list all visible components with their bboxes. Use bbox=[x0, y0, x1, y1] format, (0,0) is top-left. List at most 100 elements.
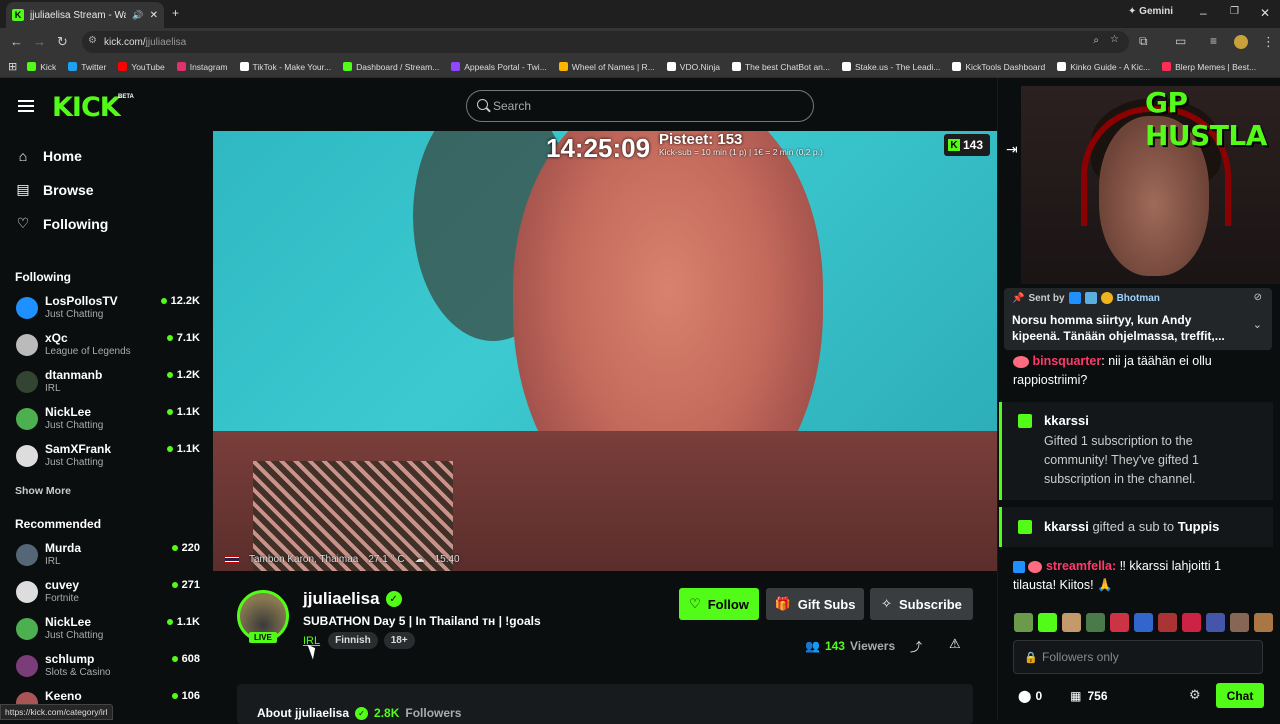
bookmark-item[interactable]: YouTube bbox=[118, 62, 165, 72]
sidebar-channel[interactable]: cuvey Fortnite 271 bbox=[16, 578, 200, 612]
chat-settings-icon[interactable]: ⚙ bbox=[1189, 687, 1201, 703]
channel-name: cuvey bbox=[45, 578, 80, 592]
forward-icon[interactable]: → bbox=[33, 34, 46, 49]
bookmark-item[interactable]: KickTools Dashboard bbox=[952, 62, 1045, 72]
profile-avatar[interactable] bbox=[1234, 35, 1248, 49]
sidebar-channel[interactable]: dtanmanb IRL 1.2K bbox=[16, 368, 200, 402]
share-icon[interactable]: ⤴ bbox=[910, 638, 922, 655]
sidebar-channel[interactable]: Murda IRL 220 bbox=[16, 541, 200, 575]
sidebar-channel[interactable]: xQc League of Legends 7.1K bbox=[16, 331, 200, 365]
maximize-button[interactable]: ❐ bbox=[1230, 6, 1239, 17]
emote-icon[interactable] bbox=[1230, 613, 1249, 632]
chat-username[interactable]: streamfella: bbox=[1046, 559, 1116, 573]
emote-icon[interactable] bbox=[1206, 613, 1225, 632]
cloud-icon: ☁ bbox=[414, 554, 425, 565]
chat-input[interactable]: 🔒 Followers only bbox=[1013, 640, 1263, 674]
bookmark-favicon-icon bbox=[558, 62, 568, 71]
emote-icon[interactable] bbox=[1182, 613, 1201, 632]
bookmark-item[interactable]: Instagram bbox=[176, 62, 228, 72]
gemini-button[interactable]: ✦ Gemini bbox=[1128, 6, 1173, 17]
sidebar-channel[interactable]: schlump Slots & Casino 608 bbox=[16, 652, 200, 686]
collapse-chat-icon[interactable]: ⇥ bbox=[1006, 141, 1018, 158]
extensions-icon[interactable]: ⧉ bbox=[1139, 34, 1148, 49]
tag-language[interactable]: Finnish bbox=[328, 632, 378, 649]
sidebar-channel[interactable]: LosPollosTV Just Chatting 12.2K bbox=[16, 294, 200, 328]
sidebar-channel[interactable]: NickLee Just Chatting 1.1K bbox=[16, 615, 200, 649]
emote-bar bbox=[1014, 613, 1273, 632]
sidebar-channel[interactable]: SamXFrank Just Chatting 1.1K bbox=[16, 442, 200, 476]
emote-icon[interactable] bbox=[1038, 613, 1057, 632]
hide-pin-icon[interactable]: ⊘ bbox=[1254, 292, 1262, 303]
gift-text-row: kkarssi gifted a sub to Tuppis bbox=[1044, 519, 1219, 534]
browser-tab[interactable]: K jjuliaelisa Stream - Watch L 🔊 ✕ bbox=[6, 2, 164, 28]
emote-icon[interactable] bbox=[1134, 613, 1153, 632]
nav-home[interactable]: ⌂ Home bbox=[16, 148, 82, 164]
chat-send-button[interactable]: Chat bbox=[1216, 683, 1264, 708]
channel-viewer-count: 271 bbox=[181, 579, 200, 591]
nav-browse[interactable]: ▤ Browse bbox=[16, 181, 93, 198]
bookmark-item[interactable]: Twitter bbox=[68, 62, 106, 72]
reload-icon[interactable]: ↻ bbox=[57, 34, 68, 50]
video-player[interactable]: 14:25:09 Pisteet: 153 Kick-sub = 10 min … bbox=[213, 131, 997, 571]
report-icon[interactable]: ⚠ bbox=[949, 636, 961, 652]
emote-icon[interactable] bbox=[1062, 613, 1081, 632]
channel-avatar bbox=[16, 445, 38, 467]
bookmark-item[interactable]: Kinko Guide - A Kic... bbox=[1057, 62, 1150, 72]
url-field[interactable]: ⚙ kick.com/jjuliaelisa ⌕ ☆ bbox=[82, 31, 1129, 53]
search-input[interactable]: Search bbox=[466, 90, 814, 122]
nav-following[interactable]: ♡ Following bbox=[16, 215, 109, 232]
channel-name: Murda bbox=[45, 541, 81, 555]
bookmark-item[interactable]: TikTok - Make Your... bbox=[239, 62, 331, 72]
close-window-button[interactable]: ✕ bbox=[1260, 6, 1270, 20]
menu-icon[interactable] bbox=[18, 100, 34, 112]
chevron-down-icon[interactable]: ⌄ bbox=[1253, 318, 1262, 331]
gift-username[interactable]: kkarssi bbox=[1044, 519, 1089, 534]
channel-viewer-count: 1.1K bbox=[176, 406, 200, 418]
overlay-temperature: 27.1 ° C bbox=[368, 554, 405, 565]
media-icon[interactable]: ≡ bbox=[1210, 34, 1217, 48]
bookmark-item[interactable]: Kick bbox=[27, 62, 56, 72]
chat-username[interactable]: binsquarter bbox=[1032, 354, 1101, 368]
gift-target[interactable]: Tuppis bbox=[1178, 519, 1220, 534]
live-dot-icon bbox=[166, 446, 173, 452]
follow-button[interactable]: ♡ Follow bbox=[679, 588, 759, 620]
sidebar-channel[interactable]: NickLee Just Chatting 1.1K bbox=[16, 405, 200, 439]
channel-viewers: 106 bbox=[171, 690, 200, 702]
emote-icon[interactable] bbox=[1014, 613, 1033, 632]
zoom-icon[interactable]: ⌕ bbox=[1093, 35, 1099, 46]
emote-icon[interactable] bbox=[1158, 613, 1177, 632]
bookmark-favicon-icon bbox=[27, 62, 37, 71]
bookmark-item[interactable]: Appeals Portal - Twi... bbox=[451, 62, 547, 72]
bookmark-item[interactable]: VDO.Ninja bbox=[666, 62, 720, 72]
apps-grid-icon[interactable]: ⊞ bbox=[8, 60, 17, 73]
bookmark-star-icon[interactable]: ☆ bbox=[1110, 34, 1119, 45]
speaker-icon[interactable]: 🔊 bbox=[132, 10, 143, 21]
tag-age[interactable]: 18+ bbox=[383, 632, 415, 649]
gift-username[interactable]: kkarssi bbox=[1044, 413, 1089, 428]
site-info-icon[interactable]: ⚙ bbox=[88, 35, 97, 46]
browser-menu-icon[interactable]: ⋮ bbox=[1262, 34, 1275, 50]
bookmark-item[interactable]: Wheel of Names | R... bbox=[558, 62, 655, 72]
back-icon[interactable]: ← bbox=[10, 34, 23, 49]
tab-close-icon[interactable]: ✕ bbox=[150, 10, 158, 21]
new-tab-button[interactable]: + bbox=[172, 6, 179, 20]
subscribe-button[interactable]: ✧ Subscribe bbox=[870, 588, 973, 620]
cast-icon[interactable]: ▭ bbox=[1175, 34, 1186, 48]
bookmark-item[interactable]: The best ChatBot an... bbox=[731, 62, 830, 72]
minimize-button[interactable]: – bbox=[1200, 6, 1207, 20]
streamer-name[interactable]: jjuliaelisa bbox=[303, 589, 380, 609]
show-more-button[interactable]: Show More bbox=[15, 485, 71, 497]
gift-subs-button[interactable]: 🎁 Gift Subs bbox=[766, 588, 864, 620]
channel-name: NickLee bbox=[45, 405, 92, 419]
emote-icon[interactable] bbox=[1086, 613, 1105, 632]
bookmark-item[interactable]: Blerp Memes | Best... bbox=[1162, 62, 1256, 72]
kick-logo[interactable]: KICK bbox=[52, 92, 121, 123]
emote-icon[interactable] bbox=[1254, 613, 1273, 632]
pinned-message[interactable]: 📌 Sent by Bhotman ⊘ Norsu homma siirtyy,… bbox=[1004, 288, 1272, 350]
pinned-user[interactable]: Bhotman bbox=[1117, 293, 1160, 304]
bookmark-item[interactable]: Dashboard / Stream... bbox=[343, 62, 439, 72]
emote-icon[interactable] bbox=[1110, 613, 1129, 632]
bookmark-item[interactable]: Stake.us - The Leadi... bbox=[842, 62, 940, 72]
gift-stats-icon[interactable]: ▦ bbox=[1070, 689, 1081, 703]
points-icon[interactable]: ⬤ bbox=[1018, 689, 1031, 703]
